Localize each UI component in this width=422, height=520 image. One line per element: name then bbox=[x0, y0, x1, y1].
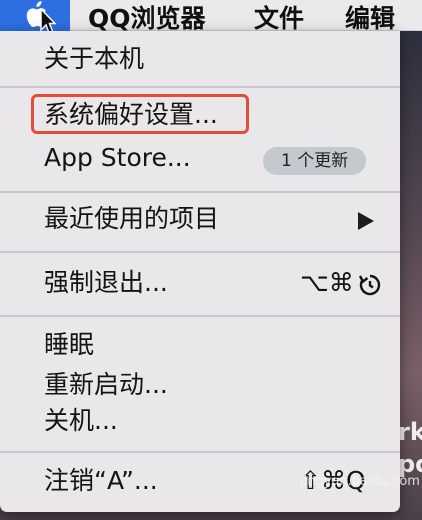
submenu-arrow-icon bbox=[358, 212, 374, 230]
menu-item-restart[interactable]: 重新启动... bbox=[0, 367, 400, 403]
menubar-qqbrowser[interactable]: QQ浏览器 bbox=[88, 0, 206, 35]
menu-item-shutdown-label: 关机... bbox=[44, 406, 118, 435]
escape-key-icon bbox=[358, 274, 381, 296]
menu-item-system-preferences-label: 系统偏好设置... bbox=[44, 100, 218, 129]
menu-separator bbox=[0, 86, 400, 88]
apple-dropdown-menu: 关于本机 系统偏好设置... App Store... 1 个更新 最近使用的项… bbox=[0, 31, 400, 512]
menu-item-sleep[interactable]: 睡眠 bbox=[0, 327, 400, 363]
menu-item-recent-items[interactable]: 最近使用的项目 bbox=[0, 201, 400, 237]
menu-item-shutdown[interactable]: 关机... bbox=[0, 403, 400, 439]
wallpaper-text-1: rk bbox=[398, 418, 422, 446]
menu-item-logout-label: 注销“A”... bbox=[44, 466, 158, 495]
menu-item-about-label: 关于本机 bbox=[44, 44, 145, 73]
menu-separator bbox=[0, 315, 400, 317]
menu-item-app-store-label: App Store... bbox=[44, 143, 191, 172]
menu-item-app-store[interactable]: App Store... 1 个更新 bbox=[0, 140, 400, 176]
apple-menu-button[interactable] bbox=[0, 0, 70, 35]
menu-separator bbox=[0, 191, 400, 193]
force-quit-shortcut: ⌥⌘ bbox=[300, 268, 354, 297]
menu-bar: QQ浏览器 文件 编辑 bbox=[0, 0, 422, 35]
menu-separator bbox=[0, 451, 400, 453]
menu-item-about[interactable]: 关于本机 bbox=[0, 41, 400, 77]
menu-separator bbox=[0, 251, 400, 253]
menu-item-force-quit[interactable]: 强制退出... ⌥⌘ bbox=[0, 265, 400, 301]
menu-item-force-quit-label: 强制退出... bbox=[44, 268, 168, 297]
menu-item-restart-label: 重新启动... bbox=[44, 370, 168, 399]
watermark-text: jingyan.baidu.com bbox=[300, 474, 420, 489]
menu-item-sleep-label: 睡眠 bbox=[44, 330, 95, 359]
menu-item-system-preferences[interactable]: 系统偏好设置... bbox=[0, 97, 400, 133]
menubar-file[interactable]: 文件 bbox=[254, 0, 304, 35]
menubar-edit[interactable]: 编辑 bbox=[345, 0, 395, 35]
app-store-update-badge: 1 个更新 bbox=[263, 147, 367, 175]
menu-item-recent-items-label: 最近使用的项目 bbox=[44, 204, 220, 233]
